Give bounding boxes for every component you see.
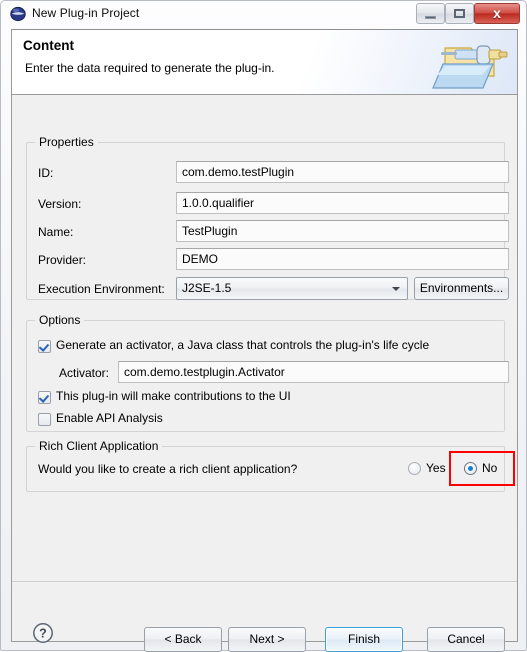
svg-text:?: ? <box>39 627 47 641</box>
window-title: New Plug-in Project <box>32 6 140 20</box>
plugin-folder-icon <box>431 32 511 94</box>
execution-environment-value: J2SE-1.5 <box>182 281 232 295</box>
wizard-header: Content Enter the data required to gener… <box>12 30 517 95</box>
close-icon: x <box>493 5 501 21</box>
rich-client-radio-yes[interactable] <box>408 462 421 475</box>
close-button[interactable]: x <box>474 3 520 24</box>
api-analysis-checkbox[interactable] <box>38 413 51 426</box>
page-description: Enter the data required to generate the … <box>25 61 275 75</box>
footer-separator <box>12 581 517 582</box>
activator-input[interactable]: com.demo.testplugin.Activator <box>118 361 509 383</box>
name-input[interactable]: TestPlugin <box>176 220 509 242</box>
execution-environment-label: Execution Environment: <box>38 282 165 296</box>
provider-label: Provider: <box>38 253 87 267</box>
rich-client-radio-no[interactable] <box>464 462 477 475</box>
id-input[interactable]: com.demo.testPlugin <box>176 161 509 183</box>
rich-client-radio-yes-label[interactable]: Yes <box>426 461 446 475</box>
generate-activator-label[interactable]: Generate an activator, a Java class that… <box>56 338 429 352</box>
rich-client-radio-no-label[interactable]: No <box>482 461 497 475</box>
execution-environment-select[interactable]: J2SE-1.5 <box>176 277 408 300</box>
version-label: Version: <box>38 197 82 211</box>
chevron-down-icon <box>392 287 400 291</box>
ui-contributions-label[interactable]: This plug-in will make contributions to … <box>56 389 291 403</box>
version-input[interactable]: 1.0.0.qualifier <box>176 192 509 214</box>
activator-label: Activator: <box>59 366 110 380</box>
rich-client-question: Would you like to create a rich client a… <box>38 462 298 476</box>
minimize-button[interactable] <box>416 3 445 24</box>
page-title: Content <box>23 38 74 53</box>
dialog-window: New Plug-in Project x Content Enter the … <box>0 0 527 652</box>
rich-client-group-title: Rich Client Application <box>35 439 163 453</box>
properties-group-title: Properties <box>35 135 98 149</box>
provider-input[interactable]: DEMO <box>176 248 509 270</box>
environments-button[interactable]: Environments... <box>414 277 509 300</box>
id-label: ID: <box>38 166 54 180</box>
minimize-icon <box>425 16 436 19</box>
options-group-title: Options <box>35 313 85 327</box>
help-icon[interactable]: ? <box>32 622 54 644</box>
restore-icon <box>454 9 465 18</box>
title-bar: New Plug-in Project x <box>1 1 527 28</box>
finish-button[interactable]: Finish <box>325 627 403 652</box>
name-label: Name: <box>38 225 74 239</box>
generate-activator-checkbox[interactable] <box>38 340 51 353</box>
ui-contributions-checkbox[interactable] <box>38 391 51 404</box>
back-button[interactable]: < Back <box>144 627 222 652</box>
dialog-body: Content Enter the data required to gener… <box>11 29 518 652</box>
api-analysis-label[interactable]: Enable API Analysis <box>56 411 163 425</box>
eclipse-sphere-icon <box>10 6 26 22</box>
next-button[interactable]: Next > <box>228 627 306 652</box>
cancel-button[interactable]: Cancel <box>427 627 505 652</box>
maximize-button[interactable] <box>445 3 474 24</box>
